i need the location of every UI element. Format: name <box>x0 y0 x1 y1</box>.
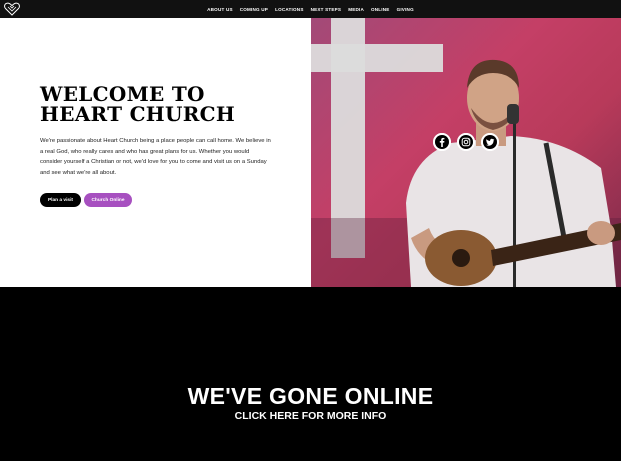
hero-title-line-2: HEART CHURCH <box>40 102 236 126</box>
main-nav: ABOUT US COMING UP LOCATIONS NEXT STEPS … <box>0 0 621 18</box>
hero-text-panel: WELCOME TO HEART CHURCH We're passionate… <box>0 18 311 287</box>
nav-item-coming-up[interactable]: COMING UP <box>240 7 268 12</box>
nav-item-locations[interactable]: LOCATIONS <box>275 7 304 12</box>
banner-title[interactable]: WE'VE GONE ONLINE <box>0 383 621 410</box>
more-info-link[interactable]: CLICK HERE FOR MORE INFO <box>0 410 621 422</box>
nav-item-online[interactable]: ONLINE <box>371 7 390 12</box>
plan-a-visit-button[interactable]: Plan a visit <box>40 193 81 207</box>
online-banner[interactable]: WE'VE GONE ONLINE CLICK HERE FOR MORE IN… <box>0 287 621 461</box>
nav-item-about-us[interactable]: ABOUT US <box>207 7 233 12</box>
nav-item-giving[interactable]: GIVING <box>397 7 414 12</box>
hero-title-line-1: WELCOME TO <box>40 82 205 106</box>
instagram-icon[interactable] <box>457 133 475 151</box>
worship-leader-photo <box>311 18 621 287</box>
twitter-icon[interactable] <box>481 133 499 151</box>
nav-item-next-steps[interactable]: NEXT STEPS <box>311 7 342 12</box>
facebook-icon[interactable] <box>433 133 451 151</box>
church-online-button[interactable]: Church Online <box>84 193 132 207</box>
hero-title: WELCOME TO HEART CHURCH <box>40 84 290 124</box>
nav-item-media[interactable]: MEDIA <box>348 7 364 12</box>
top-navbar: ABOUT US COMING UP LOCATIONS NEXT STEPS … <box>0 0 621 18</box>
hero-photo <box>311 18 621 287</box>
hero-description: We're passionate about Heart Church bein… <box>40 138 271 176</box>
